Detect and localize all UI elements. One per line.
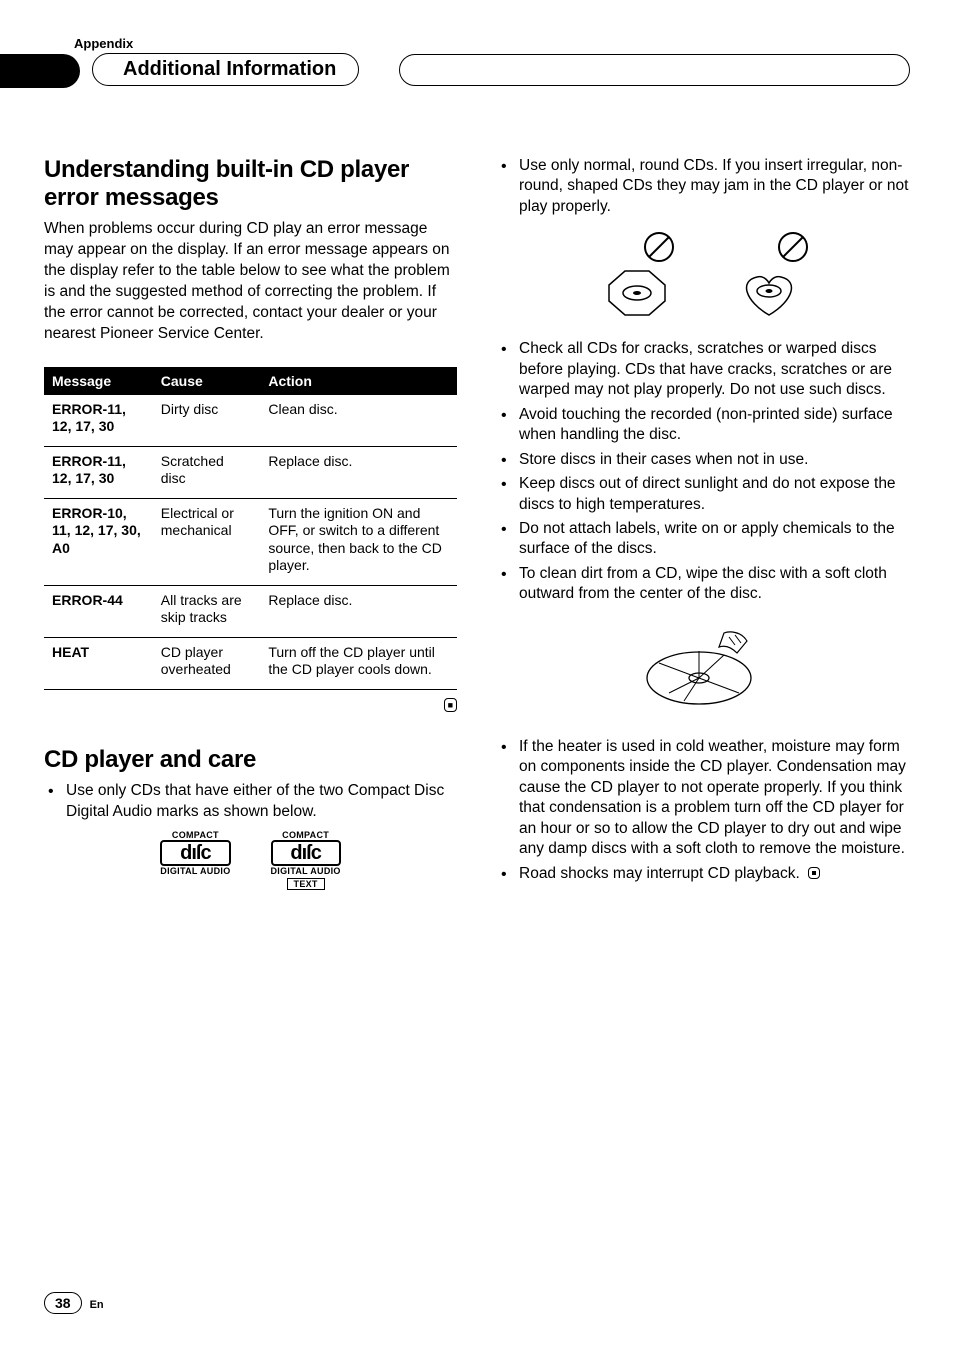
cd-logo-2: COMPACT dıſc DIGITAL AUDIO TEXT (271, 830, 341, 890)
empty-pill-decoration (399, 54, 910, 86)
prohibited-shapes-row (497, 231, 910, 321)
table-row: ERROR-11, 12, 17, 30 Scratched disc Repl… (44, 446, 457, 498)
th-action: Action (260, 367, 457, 395)
section-pill-title: Additional Information (92, 53, 359, 86)
appendix-label: Appendix (74, 36, 910, 51)
cell-message: ERROR-11, 12, 17, 30 (44, 446, 153, 498)
th-message: Message (44, 367, 153, 395)
logo-top: COMPACT (271, 830, 341, 840)
cell-message: HEAT (44, 637, 153, 689)
list-item: Do not attach labels, write on or apply … (497, 519, 910, 560)
section-end-icon: ■ (44, 696, 457, 712)
list-item: Store discs in their cases when not in u… (497, 450, 910, 470)
cell-action: Replace disc. (260, 585, 457, 637)
cd-logo-1: COMPACT dıſc DIGITAL AUDIO (160, 830, 230, 890)
cd-logo-row: COMPACT dıſc DIGITAL AUDIO COMPACT dıſc … (44, 830, 457, 890)
right-column: Use only normal, round CDs. If you inser… (497, 156, 910, 918)
logo-mid: dıſc (271, 840, 341, 866)
list-item: If the heater is used in cold weather, m… (497, 737, 910, 860)
header-row: Additional Information (44, 53, 910, 86)
logo-text-badge: TEXT (287, 878, 325, 890)
cell-action: Turn off the CD player until the CD play… (260, 637, 457, 689)
list-item: To clean dirt from a CD, wipe the disc w… (497, 564, 910, 605)
logo-mid: dıſc (160, 840, 230, 866)
cell-action: Turn the ignition ON and OFF, or switch … (260, 498, 457, 585)
list-item: Use only CDs that have either of the two… (44, 781, 457, 822)
cell-cause: Dirty disc (153, 395, 261, 447)
prohibited-heart-disc-icon (729, 231, 813, 321)
page-language: En (90, 1299, 104, 1311)
table-row: ERROR-11, 12, 17, 30 Dirty disc Clean di… (44, 395, 457, 447)
page-number: 38 (44, 1292, 82, 1314)
bullet-list-right-c: If the heater is used in cold weather, m… (497, 737, 910, 884)
list-item: Use only normal, round CDs. If you inser… (497, 156, 910, 217)
list-item: Keep discs out of direct sunlight and do… (497, 474, 910, 515)
error-table: Message Cause Action ERROR-11, 12, 17, 3… (44, 367, 457, 690)
logo-bottom: DIGITAL AUDIO (271, 866, 341, 876)
section-end-icon (808, 867, 820, 879)
logo-top: COMPACT (160, 830, 230, 840)
cell-message: ERROR-44 (44, 585, 153, 637)
cell-message: ERROR-10, 11, 12, 17, 30, A0 (44, 498, 153, 585)
cell-cause: All tracks are skip tracks (153, 585, 261, 637)
cell-cause: Electrical or mechanical (153, 498, 261, 585)
page-footer: 38 En (44, 1292, 104, 1314)
table-row: HEAT CD player overheated Turn off the C… (44, 637, 457, 689)
bullet-list-left: Use only CDs that have either of the two… (44, 781, 457, 822)
table-row: ERROR-10, 11, 12, 17, 30, A0 Electrical … (44, 498, 457, 585)
logo-bottom: DIGITAL AUDIO (160, 866, 230, 876)
bullet-list-right-a: Use only normal, round CDs. If you inser… (497, 156, 910, 217)
section1-title: Understanding built-in CD player error m… (44, 156, 457, 211)
cell-action: Clean disc. (260, 395, 457, 447)
list-item-text: Road shocks may interrupt CD playback. (519, 865, 800, 882)
left-column: Understanding built-in CD player error m… (44, 156, 457, 918)
cell-action: Replace disc. (260, 446, 457, 498)
th-cause: Cause (153, 367, 261, 395)
table-row: ERROR-44 All tracks are skip tracks Repl… (44, 585, 457, 637)
cell-cause: CD player overheated (153, 637, 261, 689)
prohibited-octagon-disc-icon (595, 231, 679, 321)
black-tab-decoration (0, 54, 80, 88)
cell-cause: Scratched disc (153, 446, 261, 498)
bullet-list-right-b: Check all CDs for cracks, scratches or w… (497, 339, 910, 604)
list-item: Avoid touching the recorded (non-printed… (497, 405, 910, 446)
section2-title: CD player and care (44, 746, 457, 774)
cell-message: ERROR-11, 12, 17, 30 (44, 395, 153, 447)
list-item: Check all CDs for cracks, scratches or w… (497, 339, 910, 400)
section1-intro: When problems occur during CD play an er… (44, 219, 457, 345)
clean-disc-illustration (497, 623, 910, 713)
list-item: Road shocks may interrupt CD playback. (497, 864, 910, 884)
